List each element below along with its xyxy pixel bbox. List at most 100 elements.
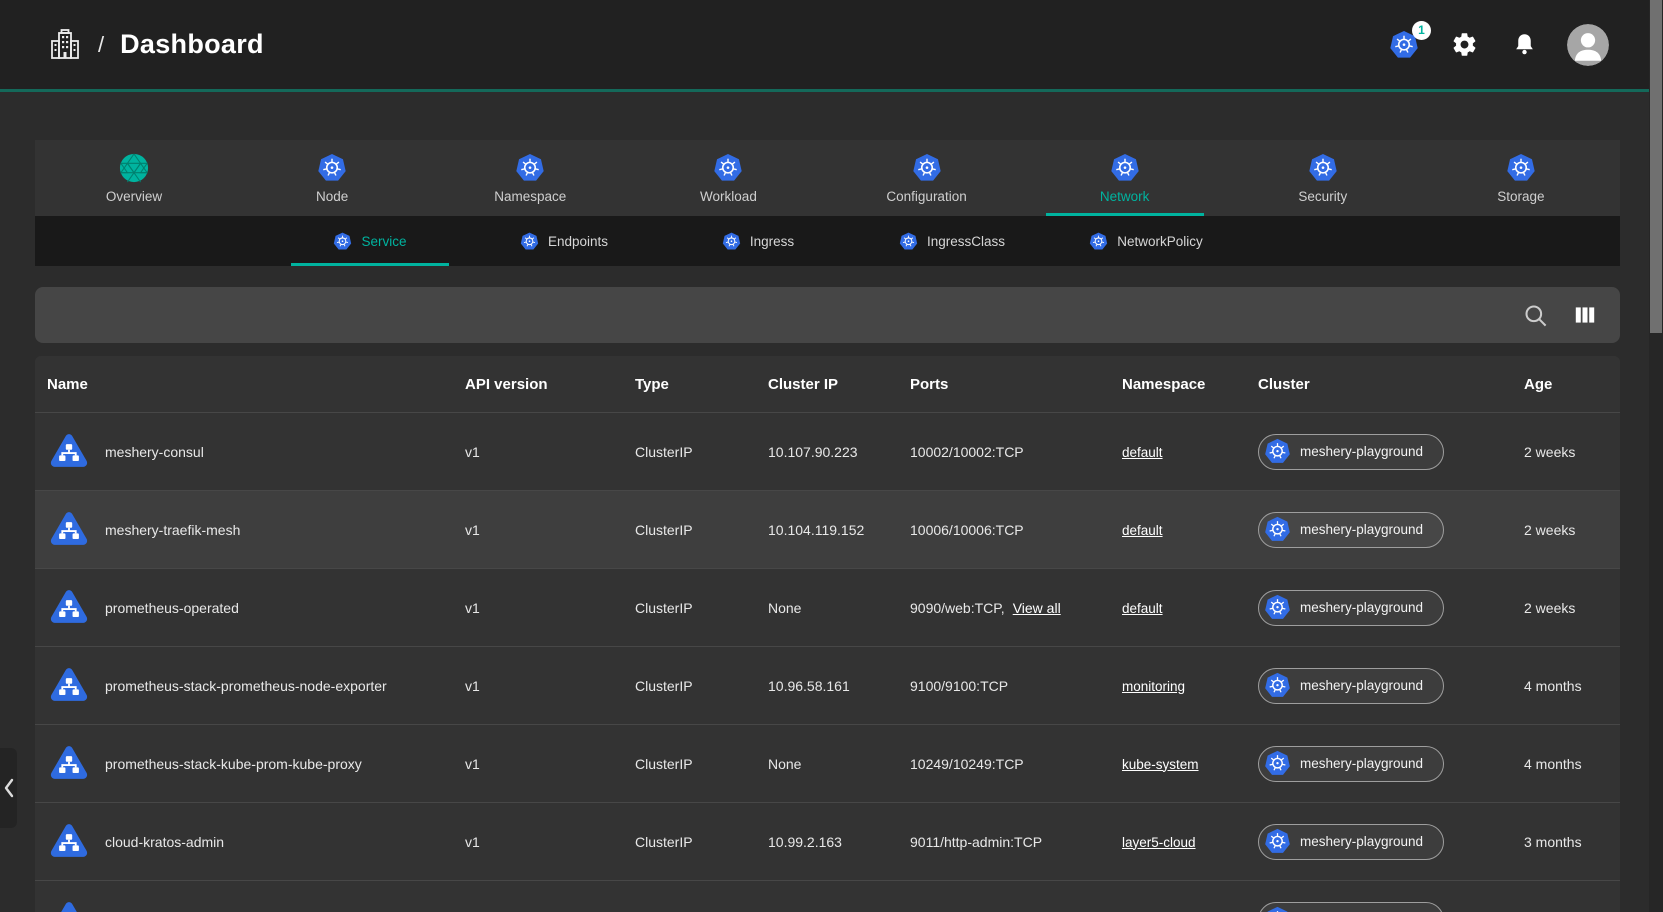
ports-value: 10006/10006:TCP bbox=[910, 522, 1024, 538]
cluster-chip[interactable]: meshery-playground bbox=[1258, 434, 1444, 470]
resource-tab[interactable]: Workload bbox=[629, 140, 827, 216]
cluster-chip-label: meshery-playground bbox=[1300, 444, 1423, 459]
service-name: meshery-traefik-mesh bbox=[105, 522, 240, 538]
column-header-age: Age bbox=[1524, 376, 1620, 393]
service-resource-icon bbox=[47, 664, 91, 708]
breadcrumb-separator: / bbox=[98, 32, 104, 58]
column-header-name: Name bbox=[47, 376, 465, 393]
resource-tab[interactable]: Overview bbox=[35, 140, 233, 216]
api-version-value: v1 bbox=[465, 444, 635, 460]
resource-tab[interactable]: Security bbox=[1224, 140, 1422, 216]
service-name: prometheus-stack-kube-prom-kube-proxy bbox=[105, 756, 362, 772]
sub-tab[interactable]: Service bbox=[273, 216, 467, 266]
cluster-chip-label: meshery-playground bbox=[1300, 756, 1423, 771]
notifications-button[interactable] bbox=[1507, 28, 1541, 62]
cluster-chip[interactable]: meshery-playground bbox=[1258, 824, 1444, 860]
cluster-cell: meshery-playground bbox=[1258, 434, 1524, 470]
kubernetes-icon bbox=[1264, 438, 1291, 465]
cluster-cell: meshery-playground bbox=[1258, 590, 1524, 626]
service-name-cell: meshery-consul bbox=[47, 430, 465, 474]
resource-tab[interactable]: Namespace bbox=[431, 140, 629, 216]
namespace-link[interactable]: default bbox=[1122, 445, 1163, 460]
resource-tab[interactable]: Node bbox=[233, 140, 431, 216]
app-header: / Dashboard 1 bbox=[0, 0, 1663, 92]
sub-tab[interactable]: Ingress bbox=[661, 216, 855, 266]
kubernetes-icon bbox=[722, 232, 741, 251]
service-name: cloud-kratos-admin bbox=[105, 834, 224, 850]
search-icon bbox=[1522, 302, 1549, 329]
user-avatar[interactable] bbox=[1567, 24, 1609, 66]
service-name: prometheus-stack-prometheus-node-exporte… bbox=[105, 678, 387, 694]
service-resource-icon bbox=[47, 586, 91, 630]
cluster-chip[interactable]: meshery-playground bbox=[1258, 746, 1444, 782]
table-row[interactable]: meshery meshery-playground bbox=[35, 880, 1620, 912]
kubernetes-icon bbox=[317, 153, 347, 183]
kubernetes-icon bbox=[1264, 516, 1291, 543]
cluster-chip-label: meshery-playground bbox=[1300, 522, 1423, 537]
view-columns-button[interactable] bbox=[1570, 300, 1600, 330]
namespace-cell: kube-system bbox=[1122, 756, 1258, 772]
cluster-chip[interactable]: meshery-playground bbox=[1258, 590, 1444, 626]
age-value: 2 weeks bbox=[1524, 444, 1620, 460]
ports-cell: 10002/10002:TCP bbox=[910, 444, 1122, 460]
settings-button[interactable] bbox=[1447, 28, 1481, 62]
type-value: ClusterIP bbox=[635, 834, 768, 850]
kubernetes-icon bbox=[1308, 153, 1338, 183]
table-row[interactable]: prometheus-stack-prometheus-node-exporte… bbox=[35, 646, 1620, 724]
sub-tab[interactable]: NetworkPolicy bbox=[1049, 216, 1243, 266]
resource-tab[interactable]: Storage bbox=[1422, 140, 1620, 216]
sub-tab[interactable]: Endpoints bbox=[467, 216, 661, 266]
namespace-cell: default bbox=[1122, 600, 1258, 616]
cluster-chip[interactable]: meshery-playground bbox=[1258, 902, 1444, 912]
ports-cell: 10006/10006:TCP bbox=[910, 522, 1122, 538]
age-value: 4 months bbox=[1524, 756, 1620, 772]
search-button[interactable] bbox=[1520, 300, 1550, 330]
namespace-link[interactable]: layer5-cloud bbox=[1122, 835, 1196, 850]
drawer-collapse-handle[interactable] bbox=[0, 748, 17, 828]
namespace-link[interactable]: default bbox=[1122, 601, 1163, 616]
resource-tab-label: Network bbox=[1100, 189, 1150, 204]
service-resource-icon bbox=[47, 430, 91, 474]
table-row[interactable]: cloud-kratos-admin v1 ClusterIP 10.99.2.… bbox=[35, 802, 1620, 880]
resource-tab[interactable]: Configuration bbox=[828, 140, 1026, 216]
service-name-cell bbox=[47, 898, 465, 912]
kubernetes-context-button[interactable]: 1 bbox=[1387, 28, 1421, 62]
namespace-link[interactable]: monitoring bbox=[1122, 679, 1185, 694]
cluster-chip[interactable]: meshery-playground bbox=[1258, 668, 1444, 704]
type-value: ClusterIP bbox=[635, 522, 768, 538]
building-icon bbox=[48, 28, 82, 62]
api-version-value: v1 bbox=[465, 522, 635, 538]
table-row[interactable]: meshery-traefik-mesh v1 ClusterIP 10.104… bbox=[35, 490, 1620, 568]
service-name: meshery-consul bbox=[105, 444, 204, 460]
namespace-link[interactable]: default bbox=[1122, 523, 1163, 538]
page-scrollbar-thumb[interactable] bbox=[1650, 0, 1662, 333]
cluster-cell: meshery-playground bbox=[1258, 746, 1524, 782]
table-row[interactable]: prometheus-operated v1 ClusterIP None 90… bbox=[35, 568, 1620, 646]
table-row[interactable]: prometheus-stack-kube-prom-kube-proxy v1… bbox=[35, 724, 1620, 802]
kubernetes-icon bbox=[1506, 153, 1536, 183]
namespace-link[interactable]: kube-system bbox=[1122, 757, 1199, 772]
sub-tab[interactable]: IngressClass bbox=[855, 216, 1049, 266]
sub-tab-label: Service bbox=[361, 234, 406, 249]
kubernetes-icon bbox=[1264, 750, 1291, 777]
table-body: meshery-consul v1 ClusterIP 10.107.90.22… bbox=[35, 412, 1620, 912]
resource-tab-label: Workload bbox=[700, 189, 757, 204]
ports-value: 10002/10002:TCP bbox=[910, 444, 1024, 460]
kubernetes-icon bbox=[1264, 906, 1291, 912]
column-header-api-version: API version bbox=[465, 376, 635, 393]
page-scrollbar-track[interactable] bbox=[1649, 0, 1663, 912]
kubernetes-icon bbox=[1264, 828, 1291, 855]
context-count-badge: 1 bbox=[1412, 21, 1431, 40]
resource-tab-label: Storage bbox=[1497, 189, 1544, 204]
ports-view-all-link[interactable]: View all bbox=[1013, 600, 1061, 616]
ports-value: 9011/http-admin:TCP bbox=[910, 834, 1042, 850]
resource-tab-label: Namespace bbox=[494, 189, 566, 204]
cluster-chip[interactable]: meshery-playground bbox=[1258, 512, 1444, 548]
resource-tab[interactable]: Network bbox=[1026, 140, 1224, 216]
ports-cell: 9100/9100:TCP bbox=[910, 678, 1122, 694]
type-value: ClusterIP bbox=[635, 600, 768, 616]
network-sub-tabs: Service Endpoints Ingress IngressClass N… bbox=[35, 216, 1620, 266]
services-table: Name API version Type Cluster IP Ports N… bbox=[35, 356, 1620, 912]
table-row[interactable]: meshery-consul v1 ClusterIP 10.107.90.22… bbox=[35, 412, 1620, 490]
kubernetes-icon bbox=[899, 232, 918, 251]
